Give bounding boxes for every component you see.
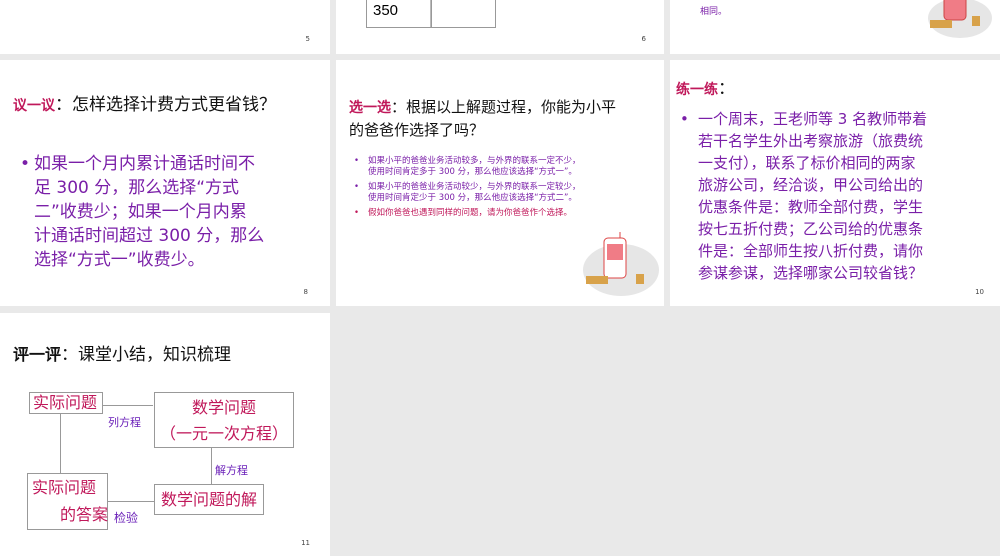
slide-title: 评一评：课堂小结，知识梳理 bbox=[13, 345, 232, 365]
slide-thumbnail-9[interactable]: 选一选：根据以上解题过程，你能为小平 的爸爸作选择了吗？ • 如果小平的爸爸业务活… bbox=[336, 60, 664, 306]
diagram-box-real-problem: 实际问题 bbox=[29, 392, 103, 414]
bullet-item: • 如果小平的爸爸业务活动较少，与外界的联系一定较少， 使用时间肯定少于 300 分… bbox=[354, 182, 581, 203]
slide-number: 11 bbox=[301, 539, 310, 547]
slide-thumbnail-7[interactable]: 相同。 bbox=[670, 0, 1000, 54]
arrow-down bbox=[211, 448, 212, 484]
slide-number: 10 bbox=[975, 288, 984, 296]
phone-coins-illustration bbox=[928, 0, 992, 38]
table-cell: 350 bbox=[373, 2, 399, 19]
slide-thumbnail-10[interactable]: 练一练： • 一个周末，王老师等 3 名教师带着 若干名学生外出考察旅游（旅费统… bbox=[670, 60, 1000, 306]
diagram-box-real-answer: 实际问题 的答案 bbox=[27, 473, 108, 530]
bullet-item: • 如果小平的爸爸业务活动较多，与外界的联系一定不少， 使用时间肯定多于 300 分… bbox=[354, 156, 581, 177]
diagram-box-math-problem: 数学问题 （一元一次方程） bbox=[154, 392, 294, 448]
bullet-item: • 一个周末，王老师等 3 名教师带着 若干名学生外出考察旅游（旅费统 一支付）… bbox=[680, 110, 928, 282]
bullet-item: • 如果一个月内累计通话时间不 足 300 分，那么选择“方式 二”收费少；如果… bbox=[20, 154, 265, 270]
phone-coins-illustration bbox=[583, 232, 659, 296]
slide-title: 议一议：怎样选择计费方式更省钱？ bbox=[13, 95, 276, 115]
bullet-item: • 假如你爸爸也遇到同样的问题，请为你爸爸作个选择。 bbox=[354, 208, 573, 218]
slide-title: 选一选：根据以上解题过程，你能为小平 的爸爸作选择了吗？ bbox=[349, 98, 617, 139]
label-check: 检验 bbox=[114, 511, 139, 525]
slide-number: 5 bbox=[305, 35, 310, 43]
label-solve-equation: 解方程 bbox=[215, 464, 248, 477]
slide-thumbnail-8[interactable]: 议一议：怎样选择计费方式更省钱？ • 如果一个月内累计通话时间不 足 300 分… bbox=[0, 60, 330, 306]
slide-number: 6 bbox=[641, 35, 646, 43]
diagram-box-math-solution: 数学问题的解 bbox=[154, 484, 264, 515]
slide-text: 相同。 bbox=[700, 7, 728, 17]
arrow-left bbox=[108, 501, 154, 502]
arrow-up bbox=[60, 414, 61, 473]
label-list-equation: 列方程 bbox=[108, 416, 141, 429]
slide-thumbnail-5[interactable]: 5 bbox=[0, 0, 330, 54]
table: 350 bbox=[366, 0, 496, 28]
slide-thumbnail-11[interactable]: 评一评：课堂小结，知识梳理 实际问题 数学问题 （一元一次方程） 数学问题的解 … bbox=[0, 313, 330, 556]
slide-number: 8 bbox=[303, 288, 308, 296]
arrow-right bbox=[103, 405, 153, 406]
slide-title: 练一练： bbox=[676, 79, 735, 99]
slide-thumbnail-6[interactable]: 350 6 bbox=[336, 0, 664, 54]
